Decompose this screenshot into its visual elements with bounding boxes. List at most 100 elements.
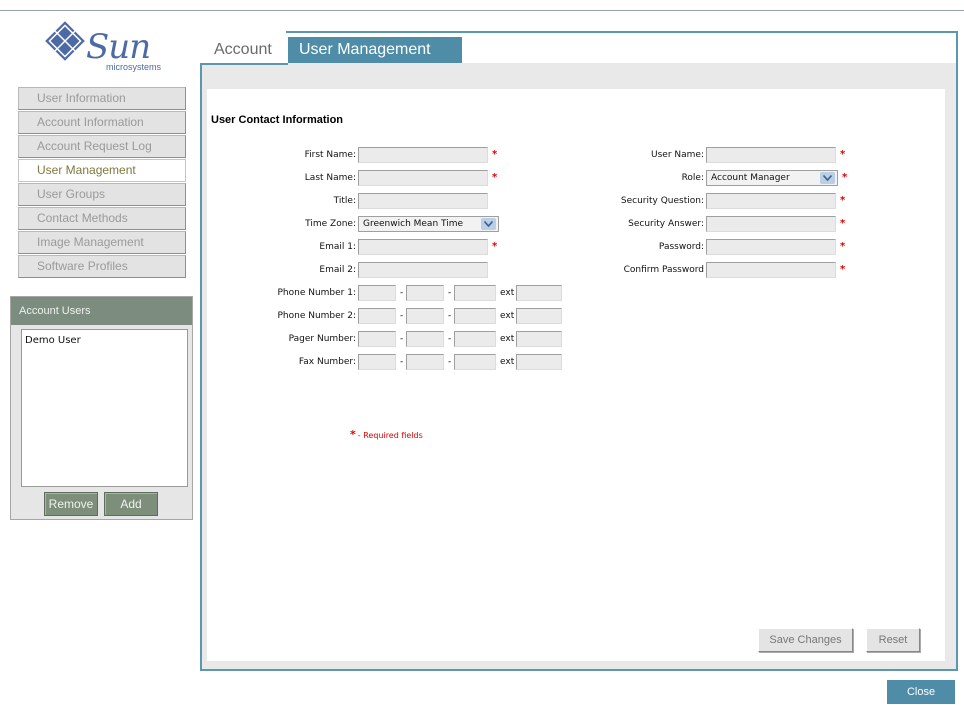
security-question-label: Security Question: bbox=[620, 196, 704, 206]
password-label: Password: bbox=[658, 242, 704, 252]
email2-label: Email 2: bbox=[319, 265, 356, 275]
frame-border bbox=[956, 31, 958, 65]
phone-dash: - bbox=[448, 311, 452, 321]
time-zone-select[interactable]: Greenwich Mean Time bbox=[358, 216, 499, 232]
sidebar-item-account-information[interactable]: Account Information bbox=[18, 111, 186, 134]
required-fields-note: * - Required fields bbox=[350, 428, 423, 441]
user-name-label: User Name: bbox=[651, 150, 704, 160]
fax-label: Fax Number: bbox=[298, 357, 356, 367]
phone1-prefix-field[interactable] bbox=[406, 285, 444, 301]
phone-dash: - bbox=[400, 334, 404, 344]
chevron-down-icon bbox=[481, 218, 496, 230]
phone-dash: - bbox=[448, 357, 452, 367]
sun-diamond-icon bbox=[45, 21, 85, 61]
sidebar-item-user-management[interactable]: User Management bbox=[18, 159, 186, 182]
ext-label: ext bbox=[500, 311, 515, 321]
password-field[interactable] bbox=[706, 239, 836, 255]
sidebar-item-software-profiles[interactable]: Software Profiles bbox=[18, 255, 186, 278]
required-note-text: - Required fields bbox=[357, 431, 423, 440]
sidebar-item-user-information[interactable]: User Information bbox=[18, 87, 186, 110]
frame-border bbox=[200, 63, 288, 65]
pager-line-field[interactable] bbox=[454, 331, 496, 347]
ext-label: ext bbox=[500, 357, 515, 367]
fax-prefix-field[interactable] bbox=[406, 354, 444, 370]
security-answer-field[interactable] bbox=[706, 216, 836, 232]
reset-button[interactable]: Reset bbox=[866, 628, 920, 652]
fax-ext-field[interactable] bbox=[516, 354, 562, 370]
phone-dash: - bbox=[400, 357, 404, 367]
required-marker: * bbox=[492, 172, 498, 183]
account-users-title: Account Users bbox=[11, 297, 192, 325]
phone1-label: Phone Number 1: bbox=[277, 288, 356, 298]
user-name-field[interactable] bbox=[706, 147, 836, 163]
security-answer-label: Security Answer: bbox=[628, 219, 704, 229]
phone2-area-field[interactable] bbox=[358, 308, 396, 324]
required-marker: * bbox=[350, 428, 356, 441]
phone2-line-field[interactable] bbox=[454, 308, 496, 324]
ext-label: ext bbox=[500, 288, 515, 298]
sidebar-item-account-request-log[interactable]: Account Request Log bbox=[18, 135, 186, 158]
email1-label: Email 1: bbox=[319, 242, 356, 252]
sidebar-item-image-management[interactable]: Image Management bbox=[18, 231, 186, 254]
required-marker: * bbox=[492, 149, 498, 160]
phone-dash: - bbox=[400, 288, 404, 298]
account-users-panel: Account Users Demo User Remove Add bbox=[10, 296, 193, 520]
sidebar-item-user-groups[interactable]: User Groups bbox=[18, 183, 186, 206]
save-changes-button[interactable]: Save Changes bbox=[758, 628, 853, 652]
last-name-field[interactable] bbox=[358, 170, 488, 186]
pager-ext-field[interactable] bbox=[516, 331, 562, 347]
account-users-list[interactable]: Demo User bbox=[21, 329, 188, 487]
email2-field[interactable] bbox=[358, 262, 488, 278]
pager-prefix-field[interactable] bbox=[406, 331, 444, 347]
fax-area-field[interactable] bbox=[358, 354, 396, 370]
required-marker: * bbox=[840, 195, 846, 206]
time-zone-label: Time Zone: bbox=[305, 219, 356, 229]
phone1-line-field[interactable] bbox=[454, 285, 496, 301]
add-user-button[interactable]: Add bbox=[104, 492, 158, 516]
tab-user-management[interactable]: User Management bbox=[288, 37, 462, 63]
close-button[interactable]: Close bbox=[887, 680, 955, 704]
role-select[interactable]: Account Manager bbox=[706, 170, 838, 186]
list-item[interactable]: Demo User bbox=[25, 334, 184, 348]
time-zone-value: Greenwich Mean Time bbox=[363, 219, 464, 229]
ext-label: ext bbox=[500, 334, 515, 344]
phone2-ext-field[interactable] bbox=[516, 308, 562, 324]
title-label: Title: bbox=[333, 196, 356, 206]
phone-dash: - bbox=[400, 311, 404, 321]
required-marker: * bbox=[840, 264, 846, 275]
role-label: Role: bbox=[681, 173, 704, 183]
phone2-prefix-field[interactable] bbox=[406, 308, 444, 324]
sun-logo: Sun microsystems bbox=[44, 20, 162, 76]
required-marker: * bbox=[840, 218, 846, 229]
required-marker: * bbox=[840, 241, 846, 252]
title-field[interactable] bbox=[358, 193, 488, 209]
tab-account[interactable]: Account bbox=[214, 41, 272, 59]
frame-border bbox=[462, 31, 958, 33]
sidebar-nav: User Information Account Information Acc… bbox=[18, 87, 186, 279]
security-question-field[interactable] bbox=[706, 193, 836, 209]
sidebar-item-contact-methods[interactable]: Contact Methods bbox=[18, 207, 186, 230]
required-marker: * bbox=[492, 241, 498, 252]
required-marker: * bbox=[840, 149, 846, 160]
email1-field[interactable] bbox=[358, 239, 488, 255]
remove-user-button[interactable]: Remove bbox=[44, 492, 98, 516]
fax-line-field[interactable] bbox=[454, 354, 496, 370]
phone2-label: Phone Number 2: bbox=[277, 311, 356, 321]
pager-label: Pager Number: bbox=[288, 334, 356, 344]
confirm-password-label: Confirm Password bbox=[623, 265, 704, 275]
confirm-password-field[interactable] bbox=[706, 262, 836, 278]
first-name-field[interactable] bbox=[358, 147, 488, 163]
phone1-area-field[interactable] bbox=[358, 285, 396, 301]
phone-dash: - bbox=[448, 288, 452, 298]
phone-dash: - bbox=[448, 334, 452, 344]
first-name-label: First Name: bbox=[304, 150, 356, 160]
pager-area-field[interactable] bbox=[358, 331, 396, 347]
required-marker: * bbox=[842, 172, 848, 183]
brand-subtitle: microsystems bbox=[106, 62, 162, 72]
top-divider bbox=[0, 10, 964, 11]
last-name-label: Last Name: bbox=[304, 173, 356, 183]
role-value: Account Manager bbox=[711, 173, 790, 183]
section-title: User Contact Information bbox=[211, 114, 344, 126]
phone1-ext-field[interactable] bbox=[516, 285, 562, 301]
brand-name: Sun bbox=[86, 27, 151, 67]
